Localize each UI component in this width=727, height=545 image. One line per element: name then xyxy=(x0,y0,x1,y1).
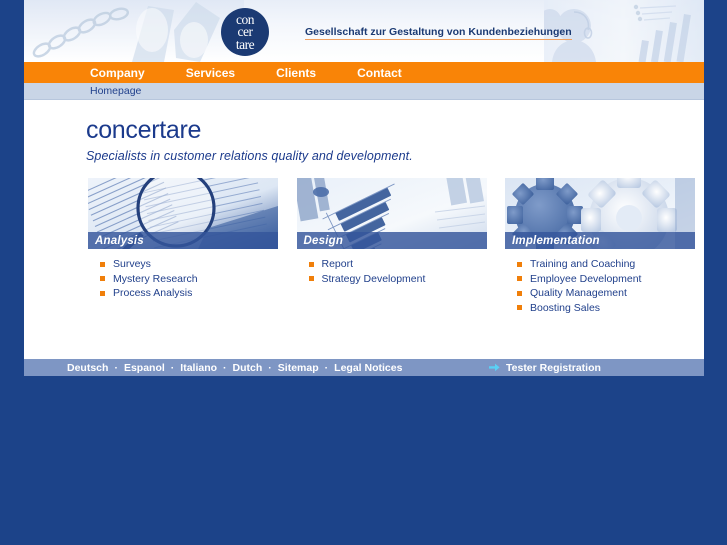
list-item[interactable]: Quality Management xyxy=(517,286,695,301)
panel-design: Design Report Strategy Development xyxy=(296,178,487,315)
nav-item-contact[interactable]: Contact xyxy=(357,66,402,80)
bullet-icon xyxy=(100,276,105,282)
list-item-label: Employee Development xyxy=(530,272,642,285)
bullet-icon xyxy=(100,261,105,267)
list-item-label: Strategy Development xyxy=(321,272,426,285)
header-tagline: Gesellschaft zur Gestaltung von Kundenbe… xyxy=(305,26,572,40)
nav-item-services[interactable]: Services xyxy=(186,66,235,80)
footer-link-sitemap[interactable]: Sitemap xyxy=(278,362,319,374)
brand-block: concertare Specialists in customer relat… xyxy=(86,118,413,163)
footer-link-deutsch[interactable]: Deutsch xyxy=(67,362,108,374)
page-title: concertare xyxy=(86,116,202,144)
bullet-icon xyxy=(308,276,314,282)
footer-separator: · xyxy=(170,361,175,374)
panel-analysis-list: Surveys Mystery Research Process Analysi… xyxy=(88,257,278,301)
panel-analysis-caption: Analysis xyxy=(88,232,278,249)
footer-separator: · xyxy=(268,361,272,374)
bullet-icon xyxy=(100,290,105,296)
list-item[interactable]: Training and Coaching xyxy=(517,257,695,272)
panel-implementation-list: Training and Coaching Employee Developme… xyxy=(505,257,695,315)
list-item-label: Surveys xyxy=(113,258,151,270)
logo[interactable]: con cer tare xyxy=(221,8,269,56)
nav-item-company[interactable]: Company xyxy=(90,66,145,80)
breadcrumb-item-homepage[interactable]: Homepage xyxy=(90,85,141,97)
main-content: concertare Specialists in customer relat… xyxy=(24,100,704,358)
footer-link-list: Deutsch · Espanol · Italiano · Dutch · S… xyxy=(67,362,402,374)
bullet-icon xyxy=(517,290,522,296)
main-navigation: Company Services Clients Contact xyxy=(24,62,704,83)
page-root: con cer tare Gesellschaft zur Gestaltung… xyxy=(0,0,727,545)
arrow-right-icon xyxy=(489,363,500,372)
list-item-label: Quality Management xyxy=(530,287,627,299)
footer-separator: · xyxy=(223,361,227,374)
tester-registration-link[interactable]: Tester Registration xyxy=(489,362,601,374)
list-item[interactable]: Boosting Sales xyxy=(517,301,695,316)
list-item-label: Mystery Research xyxy=(113,272,198,285)
header-chain-image xyxy=(24,0,244,62)
nav-item-clients[interactable]: Clients xyxy=(276,66,316,80)
list-item[interactable]: Mystery Research xyxy=(100,272,278,287)
footer-link-espanol[interactable]: Espanol xyxy=(124,362,165,374)
service-panels: Analysis Surveys Mystery Research Proces… xyxy=(88,178,695,315)
page-subtitle: Specialists in customer relations qualit… xyxy=(86,149,413,163)
footer-link-dutch[interactable]: Dutch xyxy=(233,362,263,374)
logo-circle: con cer tare xyxy=(221,8,269,56)
panel-design-list: Report Strategy Development xyxy=(297,257,487,286)
footer-separator: · xyxy=(114,361,118,374)
panel-analysis-image[interactable]: Analysis xyxy=(88,178,278,249)
footer-link-italiano[interactable]: Italiano xyxy=(180,362,217,374)
footer-separator: · xyxy=(324,361,329,374)
panel-design-caption: Design xyxy=(296,232,487,249)
logo-line-3: tare xyxy=(235,36,255,52)
bullet-icon xyxy=(517,305,522,311)
list-item-label: Boosting Sales xyxy=(530,301,601,314)
panel-analysis: Analysis Surveys Mystery Research Proces… xyxy=(88,178,278,315)
list-item-label: Report xyxy=(321,258,354,270)
site-header: con cer tare Gesellschaft zur Gestaltung… xyxy=(24,0,704,62)
list-item-label: Process Analysis xyxy=(113,287,193,299)
site-shell: con cer tare Gesellschaft zur Gestaltung… xyxy=(24,0,704,376)
bullet-icon xyxy=(517,261,522,267)
tester-registration-label: Tester Registration xyxy=(506,361,601,374)
panel-implementation-image[interactable]: Implementation xyxy=(505,178,695,249)
list-item-label: Training and Coaching xyxy=(530,258,636,270)
list-item[interactable]: Surveys xyxy=(100,257,278,272)
panel-design-image[interactable]: Design xyxy=(296,178,487,249)
bullet-icon xyxy=(517,276,522,282)
list-item[interactable]: Report xyxy=(308,257,487,272)
list-item[interactable]: Employee Development xyxy=(517,272,695,287)
breadcrumb: Homepage xyxy=(24,83,704,100)
footer-link-legal-notices[interactable]: Legal Notices xyxy=(334,362,402,374)
panel-implementation: Implementation Training and Coaching Emp… xyxy=(505,178,695,315)
site-footer: Deutsch · Espanol · Italiano · Dutch · S… xyxy=(24,358,704,376)
list-item[interactable]: Strategy Development xyxy=(308,272,487,287)
list-item[interactable]: Process Analysis xyxy=(100,286,278,301)
bullet-icon xyxy=(308,261,314,267)
panel-implementation-caption: Implementation xyxy=(505,232,695,249)
